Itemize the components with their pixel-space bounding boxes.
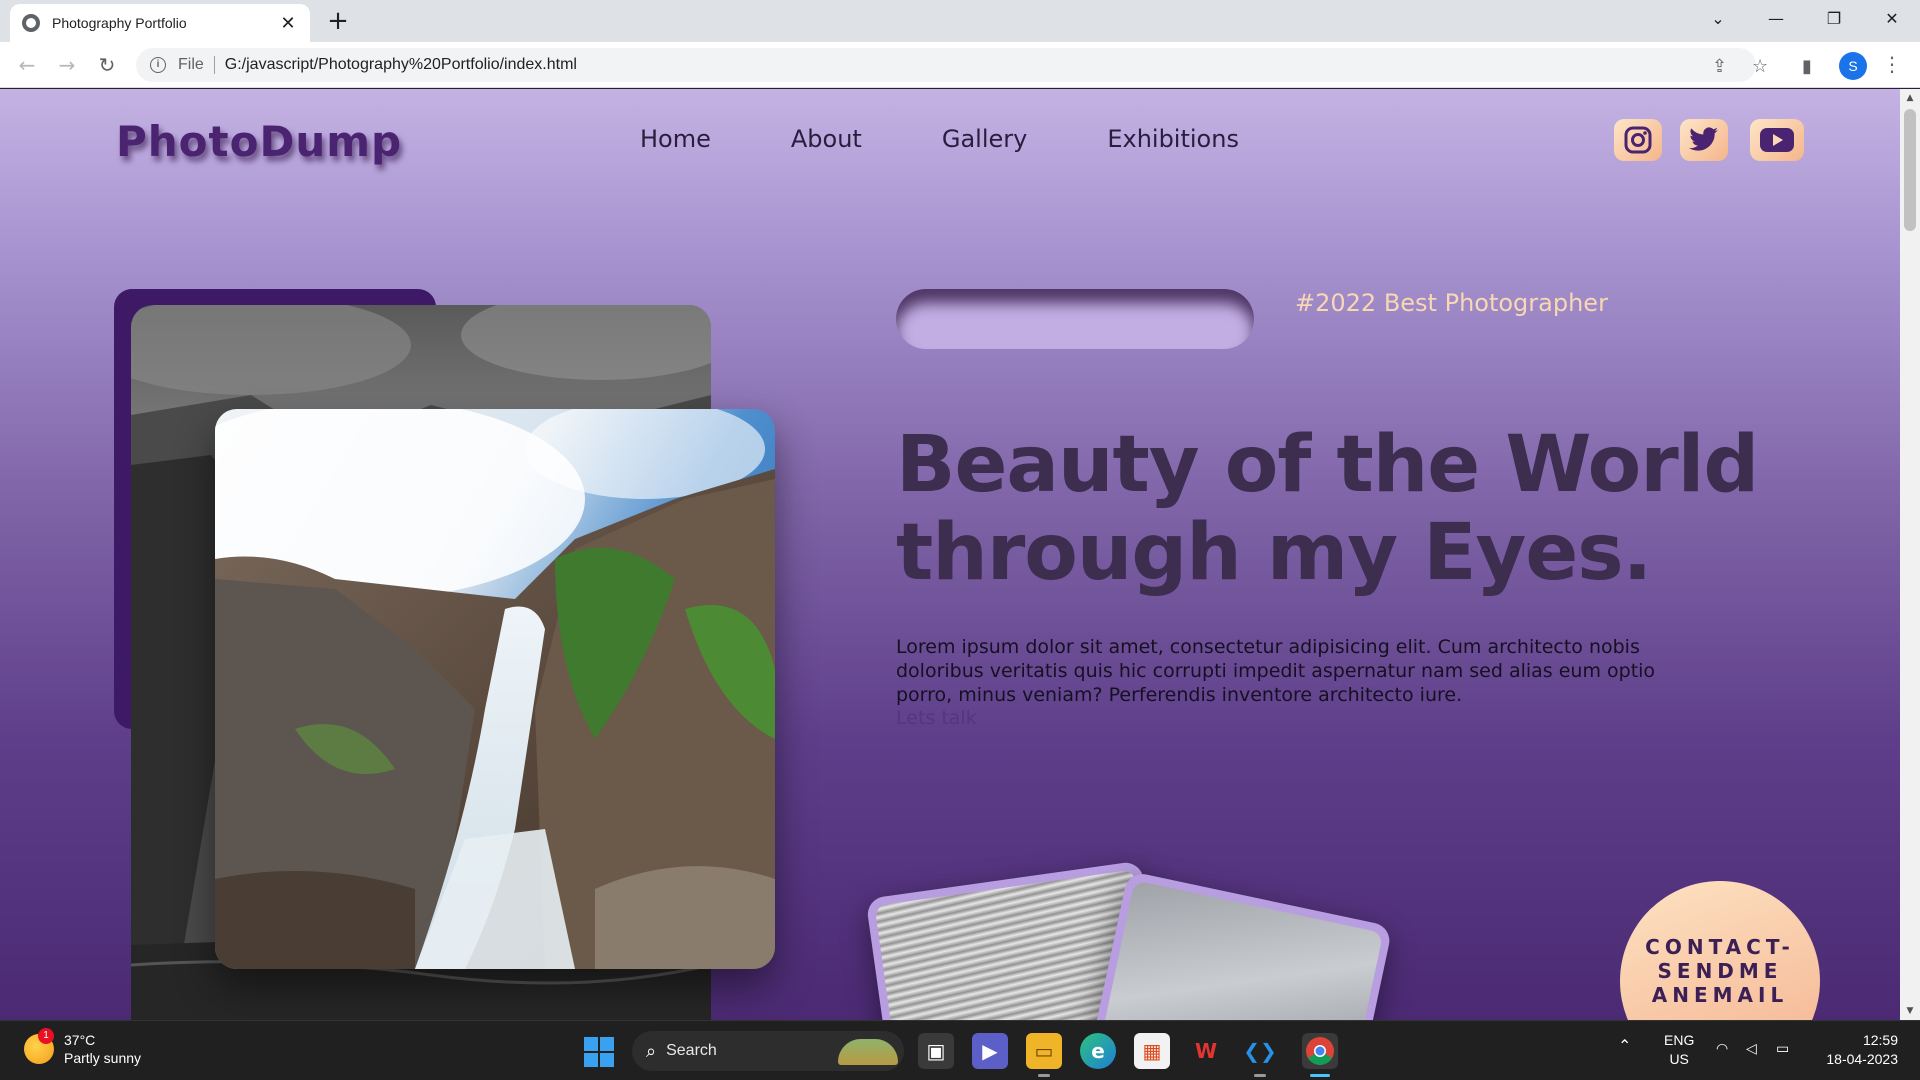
scheme-label: File xyxy=(178,56,204,73)
side-panel-icon[interactable]: ▮ xyxy=(1802,56,1812,77)
running-indicator xyxy=(1254,1074,1266,1077)
active-indicator xyxy=(1310,1074,1330,1077)
award-tagline: #2022 Best Photographer xyxy=(1295,289,1608,317)
browser-tab[interactable]: Photography Portfolio ✕ xyxy=(10,4,310,42)
reload-button[interactable]: ↻ xyxy=(92,50,122,80)
browser-toolbar: ← → ↻ i File G:/javascript/Photography%2… xyxy=(0,42,1920,88)
clock[interactable]: 12:59 18-04-2023 xyxy=(1816,1031,1898,1069)
minimize-button[interactable]: — xyxy=(1748,0,1804,38)
bookmark-star-icon[interactable]: ☆ xyxy=(1752,56,1768,77)
weather-widget[interactable]: 1 37°C Partly sunny xyxy=(24,1028,142,1067)
search-icon: ⌕ xyxy=(646,1040,657,1062)
partly-sunny-icon: 1 xyxy=(24,1028,54,1064)
nav-exhibitions[interactable]: Exhibitions xyxy=(1107,125,1239,153)
tab-search-button[interactable]: ⌄ xyxy=(1690,0,1746,38)
teams-chat-icon[interactable]: ▶ xyxy=(972,1033,1008,1069)
nav-gallery[interactable]: Gallery xyxy=(942,125,1027,153)
region-code: US xyxy=(1669,1051,1689,1067)
contact-label: CONTACT-SENDME ANEMAIL xyxy=(1645,935,1795,1007)
battery-icon[interactable]: ▭ xyxy=(1776,1039,1789,1058)
youtube-icon[interactable] xyxy=(1750,119,1804,161)
url-text[interactable]: G:/javascript/Photography%20Portfolio/in… xyxy=(225,56,577,74)
close-window-button[interactable]: ✕ xyxy=(1864,0,1920,38)
show-hidden-icons[interactable]: ⌃ xyxy=(1618,1037,1631,1056)
decorative-pill xyxy=(896,289,1254,349)
scroll-down-arrow[interactable]: ▼ xyxy=(1900,1006,1920,1016)
back-button[interactable]: ← xyxy=(12,50,42,80)
main-nav: Home About Gallery Exhibitions xyxy=(640,125,1239,153)
contact-button[interactable]: CONTACT-SENDME ANEMAIL xyxy=(1620,881,1820,1020)
wps-office-icon[interactable]: W xyxy=(1188,1033,1224,1069)
twitter-icon[interactable] xyxy=(1680,119,1728,161)
file-explorer-icon[interactable]: ▭ xyxy=(1026,1033,1062,1077)
task-view-icon[interactable]: ▣ xyxy=(918,1033,954,1069)
info-icon[interactable]: i xyxy=(150,57,166,73)
scrollbar-thumb[interactable] xyxy=(1904,109,1916,231)
page-scrollbar[interactable]: ▲ ▼ xyxy=(1900,89,1920,1020)
nav-about[interactable]: About xyxy=(791,125,862,153)
globe-icon xyxy=(22,14,40,32)
new-tab-button[interactable]: + xyxy=(322,6,354,38)
share-icon[interactable]: ⇪ xyxy=(1712,56,1727,77)
lets-talk-link[interactable]: Lets talk xyxy=(896,707,977,729)
tab-close-button[interactable]: ✕ xyxy=(278,13,298,34)
waterfall-photo-color xyxy=(215,409,775,969)
notification-badge: 1 xyxy=(38,1028,54,1044)
instagram-icon[interactable] xyxy=(1614,119,1662,161)
card-image-2 xyxy=(1102,880,1384,1020)
site-logo[interactable]: PhotoDump xyxy=(116,117,402,166)
taskbar-search[interactable]: ⌕ Search xyxy=(632,1031,904,1071)
weather-temperature: 37°C xyxy=(64,1032,96,1048)
clock-date: 18-04-2023 xyxy=(1826,1051,1898,1067)
tab-strip: Photography Portfolio ✕ + ⌄ — ❐ ✕ xyxy=(0,0,1920,42)
profile-avatar[interactable]: S xyxy=(1839,52,1867,80)
nav-home[interactable]: Home xyxy=(640,125,711,153)
search-highlight-image xyxy=(838,1039,898,1065)
volume-icon[interactable]: ◁ xyxy=(1746,1039,1757,1058)
tab-title: Photography Portfolio xyxy=(52,15,187,31)
scroll-up-arrow[interactable]: ▲ xyxy=(1900,93,1920,103)
microsoft-store-icon[interactable]: ▦ xyxy=(1134,1033,1170,1069)
chrome-icon[interactable] xyxy=(1302,1033,1338,1077)
kebab-menu-icon[interactable]: ⋮ xyxy=(1882,52,1902,76)
start-button[interactable] xyxy=(584,1037,614,1067)
wifi-icon[interactable]: ◠ xyxy=(1716,1039,1728,1058)
page-viewport: PhotoDump Home About Gallery Exhibitions xyxy=(0,89,1900,1020)
hero-headline: Beauty of the World through my Eyes. xyxy=(896,420,1759,598)
running-indicator xyxy=(1038,1074,1050,1077)
address-bar[interactable]: i File G:/javascript/Photography%20Portf… xyxy=(136,48,1756,82)
maximize-button[interactable]: ❐ xyxy=(1806,0,1862,38)
weather-description: Partly sunny xyxy=(64,1050,142,1066)
vscode-icon[interactable]: ❮❯ xyxy=(1242,1033,1278,1077)
search-label: Search xyxy=(666,1042,717,1059)
hero-description: Lorem ipsum dolor sit amet, consectetur … xyxy=(896,636,1656,706)
windows-taskbar: 1 37°C Partly sunny ⌕ Search ▣ ▶ ▭ e ▦ W… xyxy=(0,1020,1920,1080)
edge-browser-icon[interactable]: e xyxy=(1080,1033,1116,1069)
gallery-card-2[interactable] xyxy=(1093,870,1393,1020)
language-indicator[interactable]: ENG US xyxy=(1664,1031,1694,1069)
clock-time: 12:59 xyxy=(1862,1032,1898,1048)
language-code: ENG xyxy=(1664,1032,1695,1048)
forward-button[interactable]: → xyxy=(52,50,82,80)
address-divider xyxy=(213,56,215,74)
